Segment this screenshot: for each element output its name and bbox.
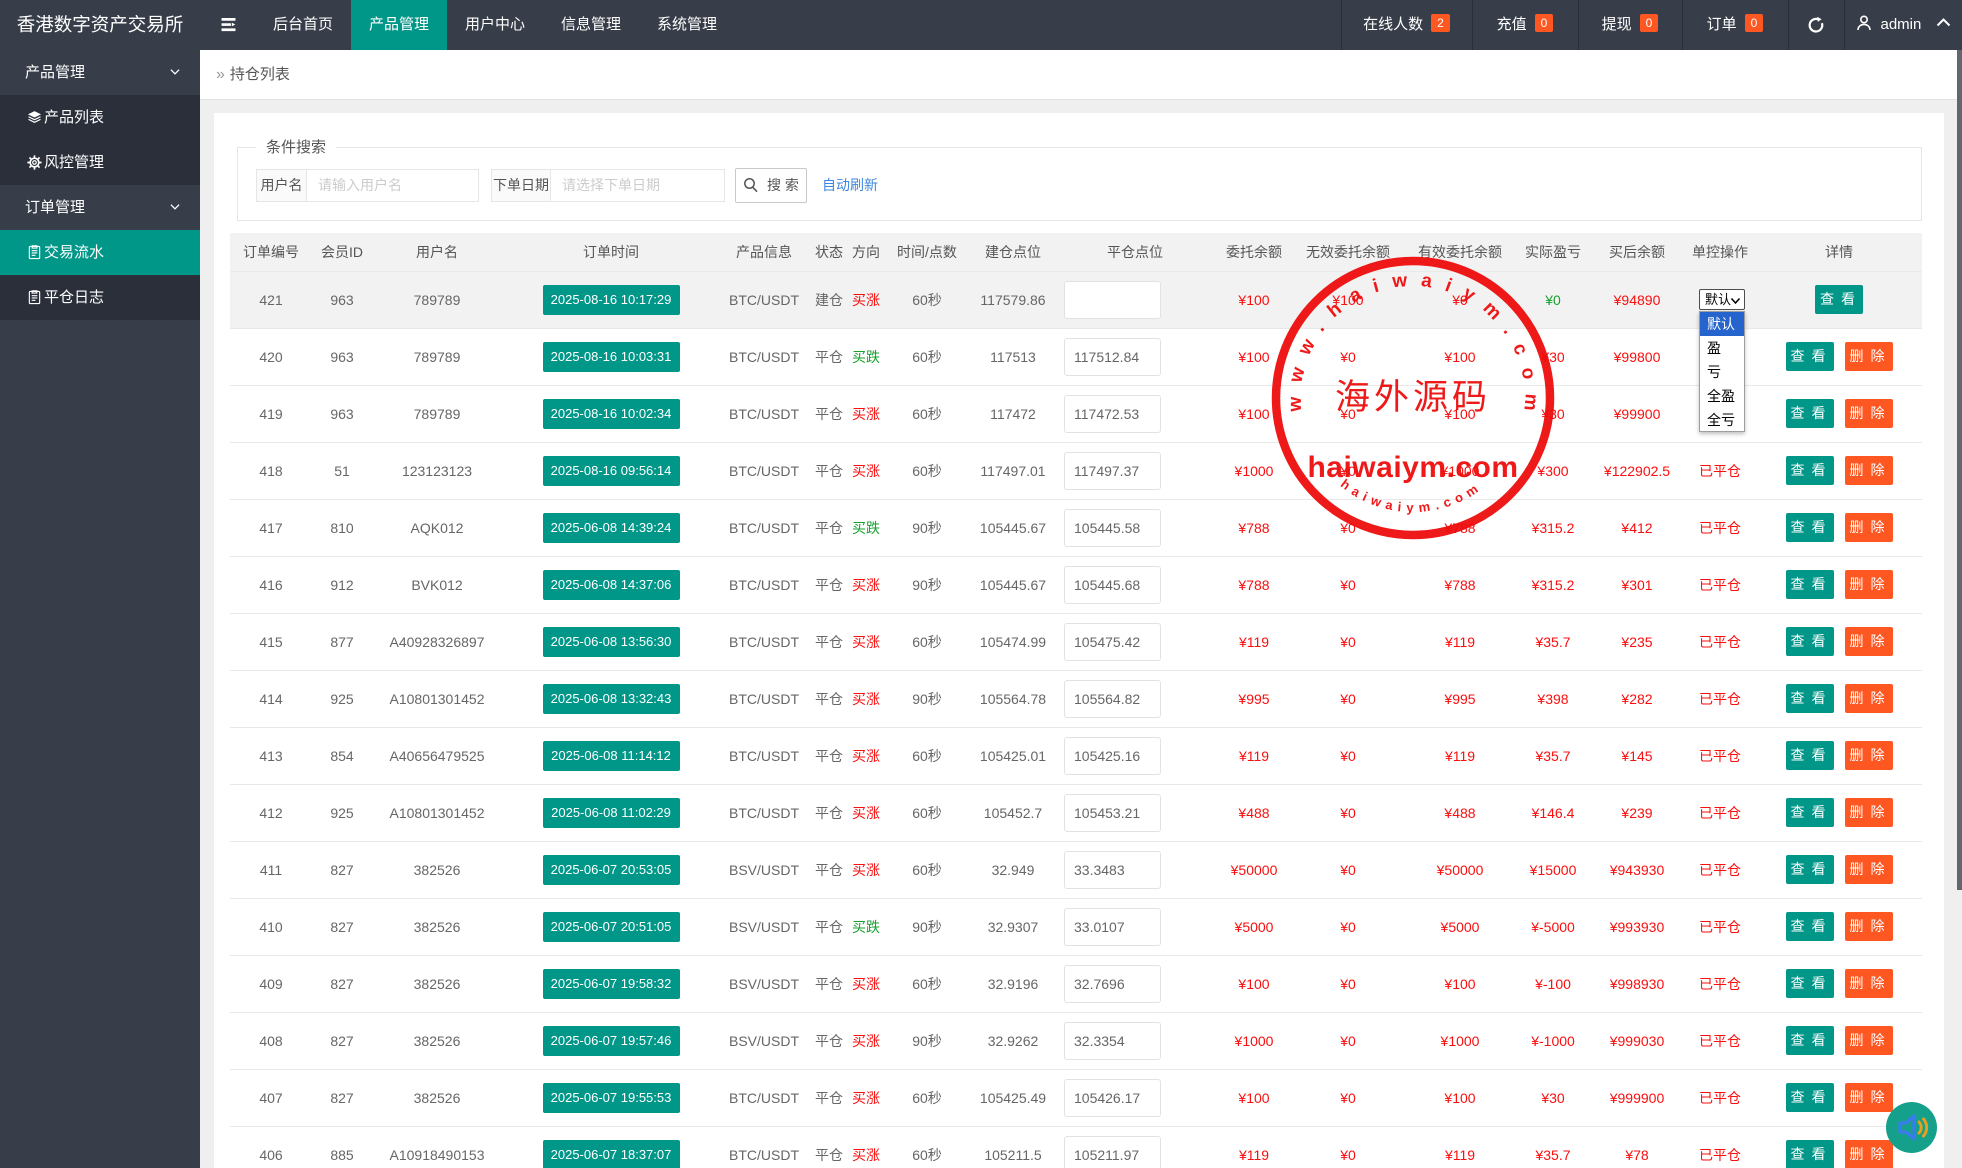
- svg-text:haiwaiym.com: haiwaiym.com: [1307, 451, 1518, 484]
- svg-text:海外源码: 海外源码: [1335, 378, 1491, 417]
